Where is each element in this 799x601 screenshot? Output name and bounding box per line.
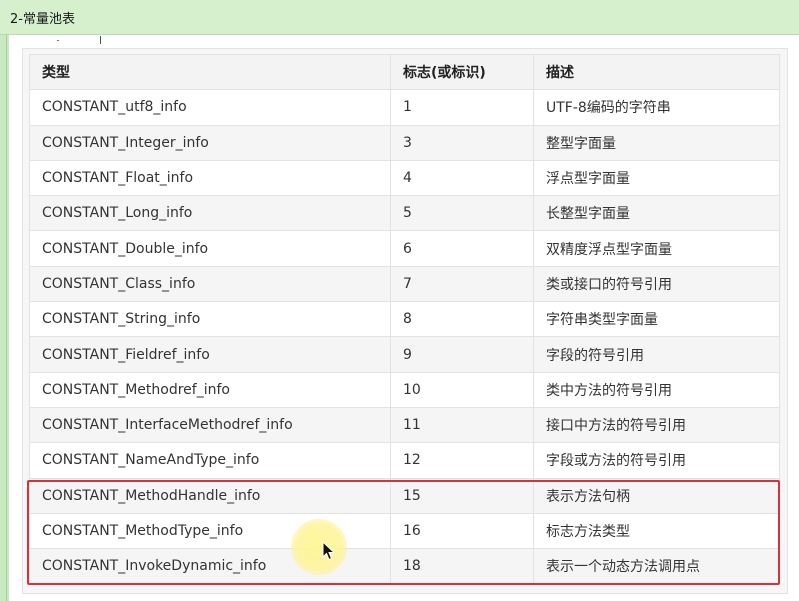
cell-description: 接口中方法的符号引用: [533, 406, 780, 444]
cell-tag: 5: [390, 195, 534, 232]
cell-description: 浮点型字面量: [533, 159, 780, 197]
cell-type: CONSTANT_Float_info: [29, 159, 391, 197]
table-row: CONSTANT_Integer_info 3 整型字面量: [29, 124, 780, 161]
cell-tag: 4: [390, 159, 534, 197]
cell-tag: 8: [390, 301, 534, 338]
cell-tag: 6: [390, 230, 534, 267]
constant-pool-table: 类型 标志(或标识) 描述 CONSTANT_utf8_info 1 UTF-8编码…: [29, 53, 780, 585]
header-description: 描述: [533, 53, 780, 91]
cell-type: CONSTANT_NameAndType_info: [29, 442, 391, 479]
table-body: CONSTANT_utf8_info 1 UTF-8编码的字符串 CONSTANT_I…: [29, 89, 780, 585]
cell-type: CONSTANT_utf8_info: [29, 89, 391, 126]
cell-type: CONSTANT_MethodType_info: [29, 512, 391, 550]
cell-description: 长整型字面量: [533, 195, 780, 232]
table-row: CONSTANT_String_info 8 字符串类型字面量: [29, 301, 780, 338]
cell-description: 标志方法类型: [533, 512, 780, 550]
table-row: CONSTANT_Fieldref_info 9 字段的符号引用: [29, 336, 780, 373]
cell-tag: 7: [390, 265, 534, 303]
header-tag: 标志(或标识): [390, 53, 534, 91]
table-row: CONSTANT_MethodHandle_info 15 表示方法句柄: [29, 477, 780, 514]
cell-tag: 11: [390, 406, 534, 444]
text-caret: [100, 36, 101, 44]
cell-description: 表示方法句柄: [533, 477, 780, 514]
cell-tag: 1: [390, 89, 534, 126]
table-row: CONSTANT_Methodref_info 10 类中方法的符号引用: [29, 371, 780, 408]
left-border: [6, 34, 7, 601]
window-title: 2-常量池表: [10, 12, 75, 27]
cell-description: 类或接口的符号引用: [533, 265, 780, 303]
cell-tag: 16: [390, 512, 534, 550]
table-row: CONSTANT_Double_info 6 双精度浮点型字面量: [29, 230, 780, 267]
cell-description: 表示一个动态方法调用点: [533, 548, 780, 585]
table-row: CONSTANT_NameAndType_info 12 字段或方法的符号引用: [29, 442, 780, 479]
cell-tag: 10: [390, 371, 534, 408]
cell-description: 字段的符号引用: [533, 336, 780, 373]
cell-type: CONSTANT_Class_info: [29, 265, 391, 303]
cell-tag: 12: [390, 442, 534, 479]
cell-type: CONSTANT_Fieldref_info: [29, 336, 391, 373]
text-mark: [57, 40, 59, 41]
table-row: CONSTANT_Long_info 5 长整型字面量: [29, 195, 780, 232]
cell-type: CONSTANT_InvokeDynamic_info: [29, 548, 391, 585]
cell-tag: 3: [390, 124, 534, 161]
header-type: 类型: [29, 53, 391, 91]
cell-description: 类中方法的符号引用: [533, 371, 780, 408]
table-row: CONSTANT_Float_info 4 浮点型字面量: [29, 159, 780, 197]
table-row: CONSTANT_Class_info 7 类或接口的符号引用: [29, 265, 780, 303]
cell-description: 字段或方法的符号引用: [533, 442, 780, 479]
cell-type: CONSTANT_MethodHandle_info: [29, 477, 391, 514]
cell-tag: 18: [390, 548, 534, 585]
cell-type: CONSTANT_Integer_info: [29, 124, 391, 161]
cell-type: CONSTANT_Long_info: [29, 195, 391, 232]
table-header-row: 类型 标志(或标识) 描述: [29, 53, 780, 91]
cell-description: UTF-8编码的字符串: [533, 89, 780, 126]
cell-type: CONSTANT_InterfaceMethodref_info: [29, 406, 391, 444]
table-row: CONSTANT_InvokeDynamic_info 18 表示一个动态方法调用点: [29, 548, 780, 585]
table-row: CONSTANT_InterfaceMethodref_info 11 接口中方法的…: [29, 406, 780, 444]
cell-tag: 9: [390, 336, 534, 373]
cell-type: CONSTANT_Methodref_info: [29, 371, 391, 408]
table-row: CONSTANT_utf8_info 1 UTF-8编码的字符串: [29, 89, 780, 126]
cell-description: 整型字面量: [533, 124, 780, 161]
cell-tag: 15: [390, 477, 534, 514]
cell-description: 字符串类型字面量: [533, 301, 780, 338]
cell-type: CONSTANT_String_info: [29, 301, 391, 338]
cell-description: 双精度浮点型字面量: [533, 230, 780, 267]
cell-type: CONSTANT_Double_info: [29, 230, 391, 267]
table-row: CONSTANT_MethodType_info 16 标志方法类型: [29, 512, 780, 550]
title-bar: 2-常量池表: [0, 0, 799, 35]
